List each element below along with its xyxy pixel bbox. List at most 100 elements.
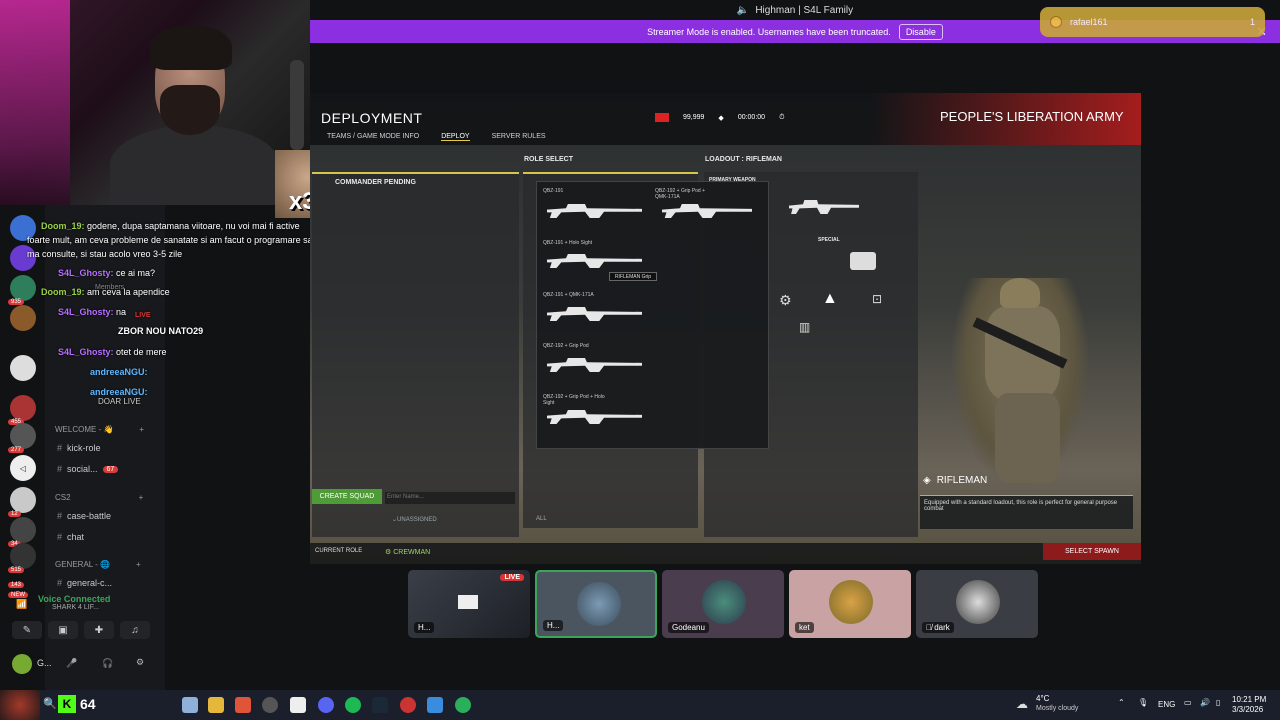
- weapon-option[interactable]: [547, 254, 642, 268]
- add-icon[interactable]: +: [136, 560, 141, 569]
- disable-streamer-button[interactable]: Disable: [898, 23, 943, 40]
- add-icon[interactable]: +: [139, 425, 144, 434]
- speaker-icon: 🔈: [736, 4, 750, 16]
- crewman-role-button[interactable]: ⚙ CREWMAN: [385, 548, 430, 556]
- server-icon[interactable]: NEW: [8, 570, 36, 598]
- special-item-icon[interactable]: [850, 252, 876, 270]
- clock-date[interactable]: 3/3/2026: [1232, 705, 1263, 714]
- tray-chevron-icon[interactable]: ⌃: [1118, 698, 1125, 707]
- channel-label: case-battle: [67, 511, 112, 521]
- weapon-option[interactable]: [662, 204, 752, 218]
- kick-notification[interactable]: rafael161 1: [1040, 7, 1265, 37]
- select-spawn-button[interactable]: SELECT SPAWN: [1043, 543, 1141, 560]
- game-tabs: TEAMS / GAME MODE INFO DEPLOY SERVER RUL…: [327, 133, 546, 141]
- clock-time[interactable]: 10:21 PM: [1232, 695, 1266, 704]
- toast-count: 1: [1249, 17, 1255, 27]
- app-icon[interactable]: [427, 697, 443, 713]
- spotify-icon[interactable]: [345, 697, 361, 713]
- activity-icon[interactable]: ✚: [84, 621, 114, 639]
- create-squad-button[interactable]: CREATE SQUAD: [312, 489, 382, 504]
- server-icon[interactable]: 277: [8, 423, 36, 453]
- channel-kick-role[interactable]: # kick-role: [57, 443, 101, 453]
- add-icon[interactable]: +: [139, 493, 144, 502]
- weapon-name: QBZ-191 + Holo Sight: [543, 240, 593, 246]
- streamer-body: [110, 125, 280, 205]
- app-icon[interactable]: [262, 697, 278, 713]
- live-tag: LIVE: [135, 312, 151, 319]
- participant-name: H...: [543, 620, 564, 631]
- channel-social[interactable]: # social... 67: [57, 464, 119, 474]
- tent-icon[interactable]: ▲: [822, 290, 838, 308]
- participant-tile[interactable]: 🎙̸ dark: [916, 570, 1038, 638]
- weapon-option[interactable]: [547, 307, 642, 321]
- weapon-option[interactable]: [547, 358, 642, 372]
- chat-message: ma consulte, si stau acolo vreo 3-5 zile: [27, 249, 183, 259]
- search-icon[interactable]: 🔍: [43, 697, 57, 710]
- app-icon[interactable]: [400, 697, 416, 713]
- ammo-icon[interactable]: ⚙: [779, 292, 792, 309]
- participant-tile-speaking[interactable]: H...: [535, 570, 657, 638]
- server-icon[interactable]: 34: [8, 517, 36, 547]
- squad-name-input[interactable]: Enter Name...: [385, 492, 515, 504]
- tab-server-rules[interactable]: SERVER RULES: [492, 133, 546, 141]
- channel-label: kick-role: [67, 443, 101, 453]
- mic-tray-icon[interactable]: 🎙: [1138, 698, 1148, 707]
- chat-message: ZBOR NOU NATO29: [118, 326, 204, 336]
- weather-icon[interactable]: ☁: [1016, 697, 1028, 711]
- participant-avatar: [829, 580, 873, 624]
- camera-off-icon[interactable]: ✎: [12, 621, 42, 639]
- tab-deploy[interactable]: DEPLOY: [441, 133, 470, 141]
- participant-tile[interactable]: ket: [789, 570, 911, 638]
- participant-avatar: [956, 580, 1000, 624]
- kick-count: 64: [80, 696, 96, 712]
- channel-label: general-c...: [67, 578, 113, 588]
- language-indicator[interactable]: ENG: [1158, 700, 1175, 709]
- wifi-icon[interactable]: ▭: [1184, 698, 1192, 707]
- grenade-icon[interactable]: ▥: [799, 320, 810, 334]
- participant-name: H...: [414, 622, 435, 633]
- app-icon[interactable]: [290, 697, 306, 713]
- headset-icon[interactable]: 🎧: [102, 658, 113, 669]
- kick-icon[interactable]: K: [58, 695, 76, 713]
- category-general[interactable]: GENERAL - 🌐 +: [55, 560, 141, 569]
- weapon-tooltip: RIFLEMAN Grip: [609, 272, 657, 281]
- participant-tile[interactable]: Godeanu: [662, 570, 784, 638]
- settings-gear-icon[interactable]: ⚙: [136, 657, 144, 668]
- soundboard-icon[interactable]: ♫: [120, 621, 150, 639]
- all-filter[interactable]: ALL: [536, 516, 547, 522]
- screen-share-icon[interactable]: ▣: [48, 621, 78, 639]
- volume-icon[interactable]: 🔊: [1200, 698, 1210, 707]
- channel-general[interactable]: # general-c...: [57, 578, 112, 588]
- channel-case-battle[interactable]: # case-battle: [57, 511, 111, 521]
- tickets: 99,999: [683, 114, 705, 121]
- category-welcome[interactable]: WELCOME - 👋 +: [55, 425, 144, 434]
- desktop-icon[interactable]: [182, 697, 198, 713]
- server-icon[interactable]: 12: [8, 487, 36, 517]
- battery-icon[interactable]: ▯: [1216, 698, 1220, 707]
- webcam-overlay: [0, 0, 310, 205]
- chat-message: S4L_Ghosty: na: [58, 307, 127, 317]
- binocular-icon[interactable]: ⊡: [872, 292, 882, 306]
- toast-user: rafael161: [1070, 17, 1108, 27]
- profile-avatar[interactable]: [0, 690, 40, 720]
- mic-icon[interactable]: 🎤: [66, 658, 77, 669]
- participant-tile[interactable]: LIVE H...: [408, 570, 530, 638]
- screen-share-icon: [458, 595, 478, 609]
- crewman-text: CREWMAN: [393, 549, 431, 556]
- special-label: SPECIAL: [818, 237, 840, 243]
- soldier-legs: [995, 393, 1060, 483]
- channel-chat[interactable]: # chat: [57, 532, 84, 542]
- tab-teams[interactable]: TEAMS / GAME MODE INFO: [327, 133, 419, 141]
- user-avatar[interactable]: [12, 654, 32, 674]
- xbox-icon[interactable]: [455, 697, 471, 713]
- category-label: WELCOME - 👋: [55, 425, 114, 434]
- file-explorer-icon[interactable]: [208, 697, 224, 713]
- category-cs2[interactable]: CS2 +: [55, 493, 143, 502]
- rifle-icon[interactable]: [789, 200, 859, 214]
- server-icon[interactable]: ◁: [10, 455, 36, 481]
- steam-icon[interactable]: [372, 697, 388, 713]
- discord-icon[interactable]: [318, 697, 334, 713]
- weapon-option[interactable]: [547, 410, 642, 424]
- weapon-option[interactable]: [547, 204, 642, 218]
- brave-icon[interactable]: [235, 697, 251, 713]
